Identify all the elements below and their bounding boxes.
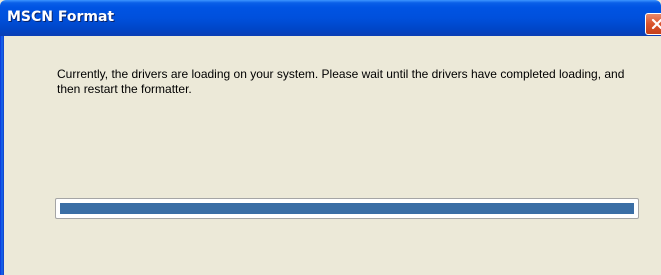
progress-bar (55, 198, 639, 219)
close-button[interactable] (645, 13, 661, 35)
progress-bar-fill (60, 203, 634, 214)
close-icon (651, 18, 661, 30)
window-frame-left (0, 36, 4, 275)
window-title: MSCN Format (7, 9, 115, 25)
title-bar[interactable]: MSCN Format (0, 0, 661, 36)
status-message: Currently, the drivers are loading on yo… (57, 67, 625, 96)
dialog-window: MSCN Format Currently, the drivers are l… (0, 0, 661, 275)
